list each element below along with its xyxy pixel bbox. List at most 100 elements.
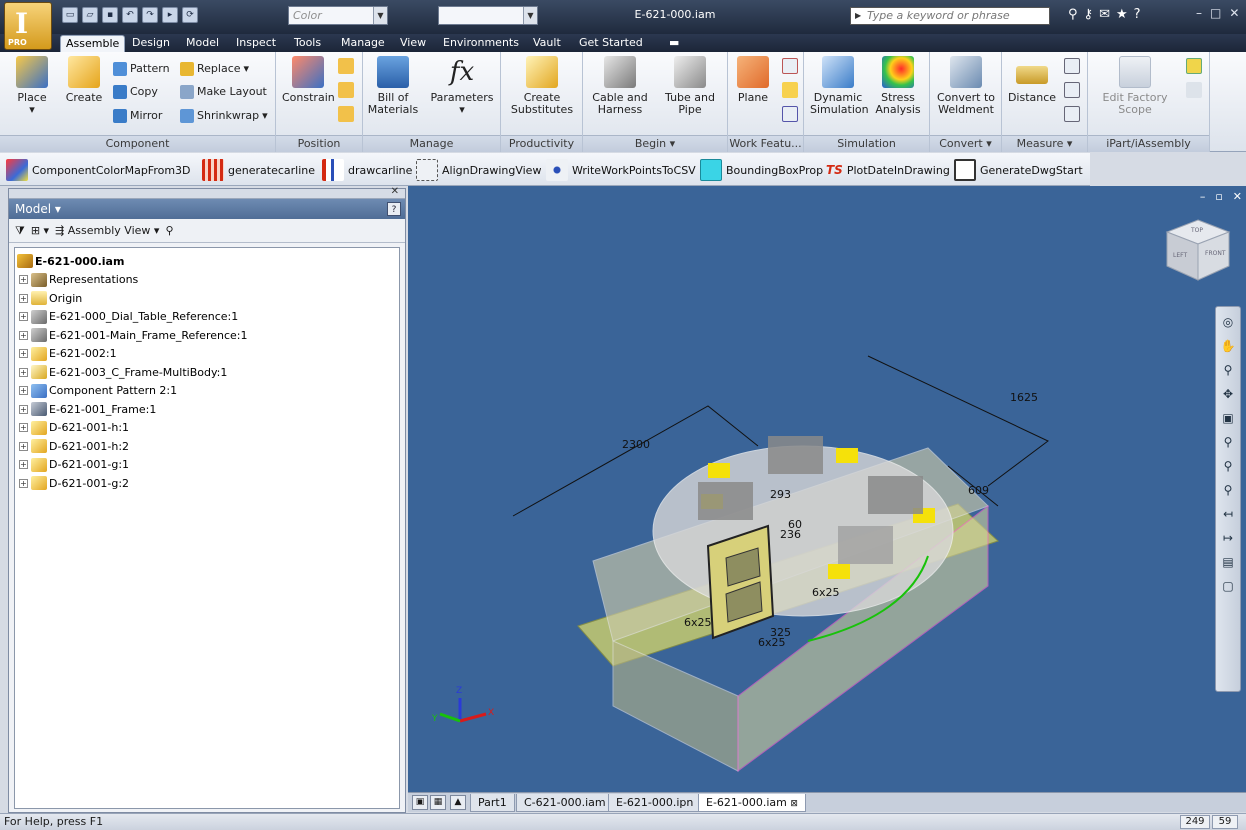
assembly-view-dropdown[interactable]: ⇶ Assembly View ▾ — [55, 224, 159, 237]
close-icon[interactable]: ✕ — [1229, 6, 1239, 20]
chevron-down-icon[interactable]: ▾ — [262, 107, 268, 125]
tree-node[interactable]: + D-621-001-g:2 — [15, 474, 399, 493]
angle-icon[interactable] — [1064, 58, 1080, 74]
tree-node[interactable]: + D-621-001-g:1 — [15, 456, 399, 475]
tube-pipe-button[interactable]: Tube and Pipe — [659, 56, 721, 116]
expand-icon[interactable]: + — [19, 367, 28, 377]
expand-icon[interactable]: + — [19, 312, 28, 322]
addin-drawcarline[interactable]: drawcarline — [322, 159, 412, 181]
chevron-down-icon[interactable]: ▼ — [373, 7, 387, 24]
chevron-down-icon[interactable]: ▾ — [670, 137, 676, 150]
tree-node[interactable]: + E-621-003_C_Frame-MultiBody:1 — [15, 363, 399, 382]
loop-icon[interactable] — [1064, 82, 1080, 98]
undo-icon[interactable]: ↶ — [122, 7, 138, 23]
pattern-button[interactable]: Pattern — [113, 60, 170, 78]
fixture[interactable] — [868, 476, 923, 514]
chevron-down-icon[interactable]: ▾ — [986, 137, 992, 150]
update-icon[interactable]: ⟳ — [182, 7, 198, 23]
home-view-icon[interactable]: ▤ — [1219, 553, 1237, 571]
panel-measure-title[interactable]: Measure ▾ — [1002, 135, 1087, 152]
tab-inspect[interactable]: Inspect — [231, 35, 281, 52]
tab-design[interactable]: Design — [127, 35, 175, 52]
edit-factory-scope-button[interactable]: Edit Factory Scope — [1092, 56, 1178, 116]
tab-tools[interactable]: Tools — [289, 35, 326, 52]
communication-icon[interactable]: ✉ — [1099, 7, 1110, 22]
orthographic-icon[interactable]: ▢ — [1219, 577, 1237, 595]
previous-view-icon[interactable]: ↤ — [1219, 505, 1237, 523]
chevron-down-icon[interactable]: ▼ — [523, 7, 537, 24]
addin-component-color-map[interactable]: ComponentColorMapFrom3D — [6, 159, 191, 181]
tree-node[interactable]: + Component Pattern 2:1 — [15, 382, 399, 401]
create-substitutes-button[interactable]: Create Substitutes — [505, 56, 579, 116]
addin-write-workpoints[interactable]: WriteWorkPointsToCSV — [546, 159, 696, 181]
tree-node[interactable]: + E-621-001_Frame:1 — [15, 400, 399, 419]
distance-button[interactable]: Distance — [1006, 56, 1058, 104]
ribbon-minimize-icon[interactable]: ▬ — [664, 35, 684, 52]
expand-icon[interactable]: + — [19, 441, 28, 451]
free-move-icon[interactable] — [338, 82, 354, 98]
dimension-2300[interactable]: 2300 — [622, 438, 650, 451]
close-icon[interactable]: ✕ — [391, 186, 399, 197]
orbit-icon[interactable]: ✥ — [1219, 385, 1237, 403]
tab-vault[interactable]: Vault — [528, 35, 566, 52]
work-axis-icon[interactable] — [782, 58, 798, 74]
tree-node[interactable]: + E-621-001-Main_Frame_Reference:1 — [15, 326, 399, 345]
tile-windows-icon[interactable]: ▣ — [412, 795, 428, 810]
zoom-icon[interactable]: ⚲ — [1219, 361, 1237, 379]
tree-node[interactable]: + D-621-001-h:2 — [15, 437, 399, 456]
color-combo[interactable]: Color ▼ — [288, 6, 388, 25]
place-button[interactable]: Place ▾ — [12, 56, 52, 116]
browser-grip[interactable]: ✕ — [9, 186, 405, 199]
convert-weldment-button[interactable]: Convert to Weldment — [934, 56, 998, 116]
cable-harness-button[interactable]: Cable and Harness — [589, 56, 651, 116]
tree-node[interactable]: + Origin — [15, 289, 399, 308]
doc-tab-c-621-000-iam[interactable]: C-621-000.iam — [516, 794, 614, 812]
tree-options-icon[interactable]: ⊞ ▾ — [31, 224, 49, 237]
chevron-down-icon[interactable]: ▾ — [55, 202, 61, 216]
area-icon[interactable] — [1064, 106, 1080, 122]
ucs-icon[interactable] — [782, 106, 798, 122]
binoculars-icon[interactable]: ⚲ — [1068, 7, 1078, 22]
new-icon[interactable]: ▭ — [62, 7, 78, 23]
tree-node[interactable]: + E-621-002:1 — [15, 345, 399, 364]
expand-icon[interactable]: + — [19, 460, 28, 470]
chevron-down-icon[interactable]: ▾ — [244, 60, 250, 78]
bom-button[interactable]: Bill of Materials — [365, 56, 421, 116]
help-icon[interactable]: ? — [1134, 7, 1141, 22]
save-icon[interactable]: ▪ — [102, 7, 118, 23]
zoom-selected-icon[interactable]: ⚲ — [1219, 481, 1237, 499]
help-icon[interactable]: ? — [387, 202, 401, 216]
addin-align-drawing-view[interactable]: AlignDrawingView — [416, 159, 541, 181]
dimension-236[interactable]: 236 — [780, 528, 801, 541]
pan-icon[interactable]: ✋ — [1219, 337, 1237, 355]
minimize-icon[interactable]: – — [1196, 6, 1202, 20]
fixture[interactable] — [768, 436, 823, 474]
search-expand-icon[interactable]: ▶ — [855, 8, 861, 24]
expand-icon[interactable]: + — [19, 275, 28, 285]
fixture[interactable] — [698, 482, 753, 520]
tree-node[interactable]: + D-621-001-h:1 — [15, 419, 399, 438]
tree-node[interactable]: + Representations — [15, 271, 399, 290]
doc-tab-e-621-000-ipn[interactable]: E-621-000.ipn — [608, 794, 702, 812]
help-search-input[interactable]: ▶ Type a keyword or phrase — [850, 7, 1050, 25]
favorites-icon[interactable]: ★ — [1116, 7, 1128, 22]
cascade-windows-icon[interactable]: ▦ — [430, 795, 446, 810]
expand-icon[interactable]: + — [19, 349, 28, 359]
dynamic-simulation-button[interactable]: Dynamic Simulation — [810, 56, 869, 116]
dimension-6x25[interactable]: 6x25 — [684, 616, 712, 629]
tab-manage[interactable]: Manage — [336, 35, 390, 52]
frame-front[interactable] — [612, 640, 739, 772]
design-view-combo[interactable]: ▼ — [438, 6, 538, 25]
work-point-icon[interactable] — [782, 82, 798, 98]
next-view-icon[interactable]: ↦ — [1219, 529, 1237, 547]
rotate-component-icon[interactable] — [338, 106, 354, 122]
dimension-609[interactable]: 609 — [968, 484, 989, 497]
find-binoculars-icon[interactable]: ⚲ — [165, 224, 173, 237]
doc-tab-part1[interactable]: Part1 — [470, 794, 515, 812]
look-at-icon[interactable]: ▣ — [1219, 409, 1237, 427]
copy-button[interactable]: Copy — [113, 83, 158, 101]
assembly-3d-model[interactable] — [408, 186, 1246, 792]
mirror-button[interactable]: Mirror — [113, 107, 162, 125]
close-icon[interactable]: ⊠ — [790, 799, 798, 809]
addin-generatecarline[interactable]: generatecarline — [202, 159, 315, 181]
